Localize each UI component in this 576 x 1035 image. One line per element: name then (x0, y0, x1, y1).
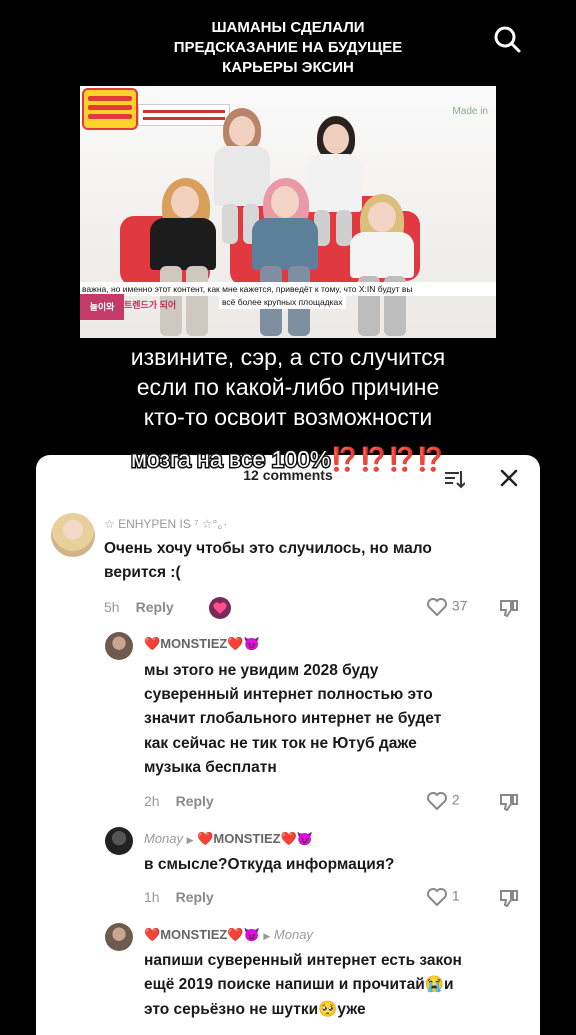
comment-meta: 2h Reply (144, 793, 214, 809)
caption-line-3: кто-то освоит возможности (143, 404, 433, 430)
caption-line-2: если по какой-либо причине (136, 374, 440, 400)
like-button[interactable]: 37 (426, 597, 467, 617)
like-count: 1 (451, 887, 460, 904)
dislike-icon[interactable] (498, 792, 520, 812)
video-title: ШАМАНЫ СДЕЛАЛИ ПРЕДСКАЗАНИЕ НА БУДУЩЕЕ К… (0, 18, 576, 78)
username-text: Monay (144, 831, 184, 846)
reply-to-username: MONSTIEZ (213, 831, 281, 846)
like-count: 2 (451, 791, 460, 808)
reply-button[interactable]: Reply (176, 889, 214, 905)
comment-text-line: верится :( (104, 564, 181, 581)
title-line-2: ПРЕДСКАЗАНИЕ НА БУДУЩЕЕ (173, 39, 403, 56)
comment-username[interactable]: ❤️MONSTIEZ❤️😈 (144, 636, 260, 652)
show-logo: 놀이와 (80, 294, 124, 320)
comment-username[interactable]: ☆ ENHYPEN IS ⁷ ☆°。· (104, 515, 227, 532)
avatar[interactable] (105, 827, 133, 855)
dislike-icon[interactable] (498, 598, 520, 618)
video-subtitle-line-1: важна, но именно этот контент, как мне к… (80, 282, 496, 296)
video-frame[interactable]: Made in важна, но именно этот контент, к… (80, 86, 496, 338)
avatar[interactable] (105, 923, 133, 951)
heart-icon (427, 888, 447, 907)
username-suffix: ❤️😈 (227, 927, 260, 942)
heart-icon (427, 792, 447, 811)
comment-username[interactable]: ❤️MONSTIEZ❤️😈 ▶ Monay (144, 927, 313, 943)
comment-time: 5h (104, 599, 120, 615)
creator-liked-icon (209, 597, 231, 619)
like-button[interactable]: 2 (426, 791, 460, 811)
comment-text-line: как сейчас не тик ток не Ютуб даже (144, 735, 417, 752)
reply-to-prefix: ❤️ (197, 831, 214, 846)
username-text: MONSTIEZ (160, 636, 228, 651)
title-line-3: КАРЬЕРЫ ЭКСИН (222, 59, 354, 76)
comment-text-line: ещё 2019 поиске напиши и прочитай😭и (144, 976, 454, 993)
username-suffix: ❤️😈 (227, 636, 260, 651)
comment-text-line: значит глобального интернет не будет (144, 710, 442, 727)
dislike-icon[interactable] (498, 888, 520, 908)
watermark: Made in (452, 106, 488, 117)
reply-to-suffix: ❤️😈 (280, 831, 313, 846)
like-count: 37 (451, 597, 468, 614)
reply-to-username: Monay (273, 927, 313, 942)
comment-time: 2h (144, 793, 160, 809)
comment-text-line: напиши суверенный интернет есть закон (144, 952, 462, 969)
avatar[interactable] (105, 632, 133, 660)
reply-button[interactable]: Reply (176, 793, 214, 809)
comments-panel: 12 comments ☆ ENHYPEN IS ⁷ ☆°。· Очень хо… (36, 455, 540, 1035)
caption-line-4-text: мозга на все 100% (130, 445, 332, 474)
info-label (138, 104, 230, 126)
caption-line-1: извините, сэр, а сто случится (130, 344, 446, 370)
avatar[interactable] (51, 513, 95, 557)
show-badge-logo (82, 88, 138, 130)
comment-text-line: мы этого не увидим 2028 буду (144, 662, 379, 679)
reply-arrow-icon: ▶ (263, 931, 271, 941)
username-prefix: ❤️ (144, 636, 161, 651)
comment-meta: 1h Reply (144, 889, 214, 905)
caption-line-4-marks: ⁉️⁉️⁉️⁉️ (330, 446, 445, 472)
comment-text-line: Очень хочу чтобы это случилось, но мало (104, 540, 432, 557)
comment-text-line: это серьёзно не шутки🥺уже (144, 1001, 366, 1018)
comment-text-line: музыка бесплатн (144, 759, 277, 776)
title-line-1: ШАМАНЫ СДЕЛАЛИ (211, 19, 365, 36)
comment-time: 1h (144, 889, 160, 905)
caption-line-4: мозга на все 100%⁉️⁉️⁉️⁉️ (0, 444, 576, 474)
search-icon[interactable] (492, 24, 522, 54)
comment-text-line: в смысле?Откуда информация? (144, 856, 395, 873)
username-text: MONSTIEZ (160, 927, 228, 942)
video-subtitle-line-2: всё более крупных площадках (219, 296, 346, 309)
comment-username[interactable]: Monay ▶ ❤️MONSTIEZ❤️😈 (144, 831, 313, 847)
show-overlay-text: 트렌드가 되어 (124, 300, 177, 310)
reply-button[interactable]: Reply (136, 599, 174, 615)
comment-text-line: суверенный интернет полностью это (144, 686, 433, 703)
comment-meta: 5h Reply (104, 599, 174, 615)
username-prefix: ❤️ (144, 927, 161, 942)
heart-icon (427, 598, 447, 617)
video-caption: извините, сэр, а сто случится если по ка… (0, 342, 576, 432)
reply-arrow-icon: ▶ (186, 835, 194, 845)
like-button[interactable]: 1 (426, 887, 460, 907)
